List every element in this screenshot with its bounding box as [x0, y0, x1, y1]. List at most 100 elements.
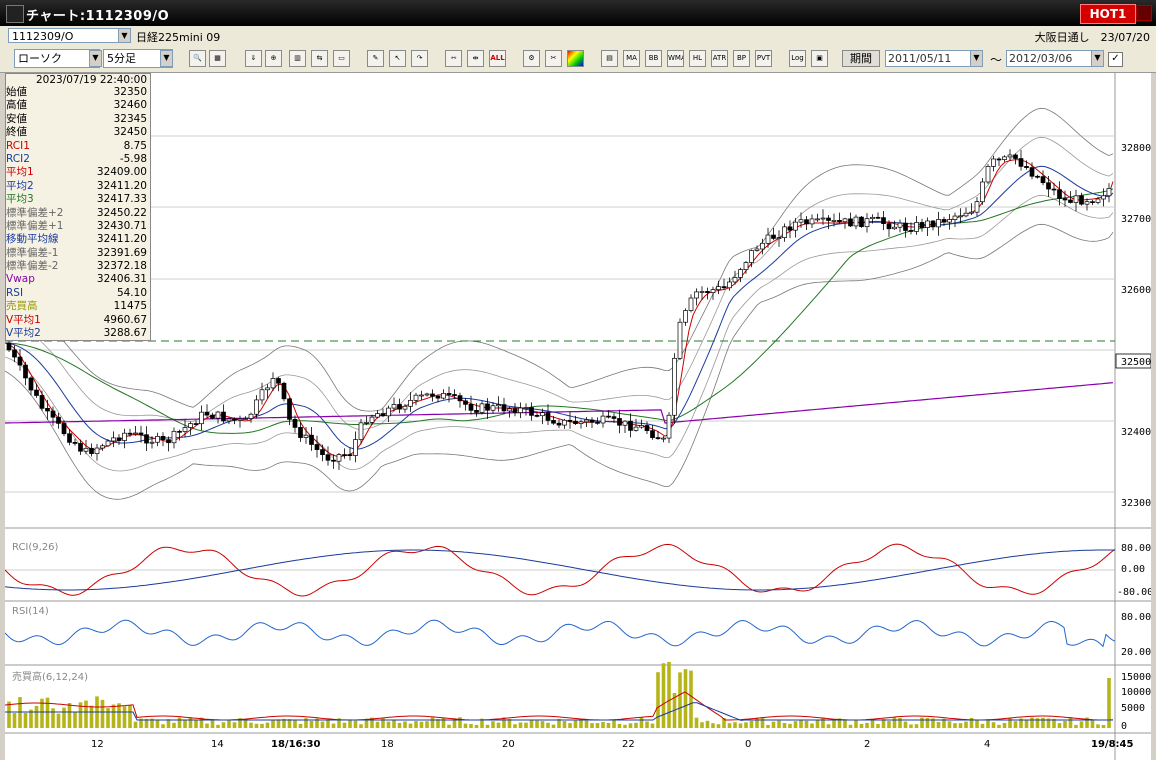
- symbol-field[interactable]: 1112309/O: [8, 28, 126, 43]
- candle-body: [210, 414, 215, 419]
- volume-bar: [359, 724, 363, 728]
- volume-bar: [579, 719, 583, 728]
- hl-button[interactable]: HL: [689, 50, 706, 67]
- candle-body: [941, 219, 947, 223]
- volume-bar: [661, 663, 666, 728]
- vol-tick-0: 0: [1121, 721, 1127, 732]
- volume-bar: [788, 723, 792, 728]
- volume-bar: [51, 708, 55, 728]
- candle-body: [842, 218, 848, 223]
- info-row: 高値 32460: [6, 99, 150, 112]
- candle-wide-icon[interactable]: ⇹: [467, 50, 484, 67]
- cursor-icon[interactable]: ↖: [389, 50, 406, 67]
- candle-body: [820, 217, 826, 220]
- hot-button[interactable]: HOT1: [1080, 4, 1136, 24]
- candle-narrow-icon[interactable]: ⇿: [445, 50, 462, 67]
- candle-body: [881, 217, 886, 224]
- candle-body: [743, 262, 749, 270]
- color-palette-icon[interactable]: [567, 50, 584, 67]
- candle-body: [67, 433, 72, 443]
- chart-toolbar: ローソク ▼ 5分足 ▼ 🔍 ▦ ⇓ ⊕ ▥ ⇆ ▭ ✎ ↖ ↷ ⇿ ⇹ ALL…: [0, 46, 1156, 73]
- candle-body: [226, 418, 232, 422]
- candle-body: [265, 387, 270, 391]
- date-to-field[interactable]: 2012/03/06: [1006, 50, 1104, 67]
- symbol-dropdown-chevron-down-icon[interactable]: ▼: [118, 28, 131, 43]
- info-row-label: 安値: [6, 112, 27, 125]
- candle-body: [177, 430, 182, 433]
- candle-body: [947, 219, 952, 223]
- candle-body: [1106, 188, 1112, 197]
- volume-bar: [870, 719, 875, 728]
- settings-icon[interactable]: ⚙: [523, 50, 540, 67]
- candle-body: [886, 223, 892, 230]
- candle-body: [512, 408, 518, 413]
- candle-body: [501, 404, 507, 412]
- date-to-calendar-icon[interactable]: ▼: [1091, 50, 1104, 67]
- bp-button[interactable]: BP: [733, 50, 750, 67]
- candle-body: [562, 419, 567, 426]
- volume-bar: [700, 722, 704, 728]
- candle-body: [1051, 188, 1057, 191]
- download-icon[interactable]: ⇓: [245, 50, 262, 67]
- erase-icon[interactable]: ▭: [333, 50, 350, 67]
- atr-button[interactable]: ATR: [711, 50, 728, 67]
- volume-bar: [590, 723, 594, 728]
- volume-bar: [947, 721, 952, 728]
- layout-icon[interactable]: ▦: [209, 50, 226, 67]
- period-button[interactable]: 期間: [842, 50, 880, 67]
- zoom-icon[interactable]: ⊕: [265, 50, 282, 67]
- date-range-checkbox[interactable]: ✓: [1108, 52, 1123, 67]
- x-tick-2: 2: [864, 739, 870, 750]
- rci-tick-minus80: -80.00: [1117, 587, 1151, 598]
- volume-bar: [491, 721, 495, 728]
- info-row: RSI 54.10: [6, 287, 150, 300]
- volume-bar: [469, 724, 473, 728]
- candle-body: [1018, 158, 1024, 167]
- pen-icon[interactable]: ✎: [367, 50, 384, 67]
- rsi-panel-label: RSI(14): [12, 606, 49, 617]
- x-tick-18: 18: [381, 739, 394, 750]
- vol-tick-10000: 10000: [1121, 687, 1151, 698]
- volume-bar: [117, 703, 121, 728]
- wrench-icon[interactable]: ✂: [545, 50, 562, 67]
- volume-bar: [375, 721, 380, 728]
- info-row-value: 32406.31: [96, 273, 147, 286]
- volume-bar: [419, 721, 424, 728]
- volume-bar: [34, 705, 39, 728]
- date-from-field[interactable]: 2011/05/11: [885, 50, 983, 67]
- volume-bar: [656, 672, 660, 728]
- candle-body: [347, 454, 353, 456]
- chart-canvas[interactable]: 32800 32700 32600 32500 32400 32300 RCI(…: [5, 73, 1151, 760]
- redo-icon[interactable]: ↷: [411, 50, 428, 67]
- bar-chart-icon[interactable]: ▥: [289, 50, 306, 67]
- close-icon[interactable]: [1136, 5, 1152, 21]
- log-button[interactable]: Log: [789, 50, 806, 67]
- pvt-button[interactable]: PVT: [755, 50, 772, 67]
- bb-button[interactable]: BB: [645, 50, 662, 67]
- date-from-calendar-icon[interactable]: ▼: [970, 50, 983, 67]
- volume-bar: [111, 704, 116, 728]
- wma-button[interactable]: WMA: [667, 50, 684, 67]
- candle-body: [617, 418, 622, 426]
- chart-area[interactable]: 32800 32700 32600 32500 32400 32300 RCI(…: [5, 73, 1151, 760]
- bollinger-lower-1: [5, 194, 1114, 472]
- info-row-label: V平均2: [6, 327, 41, 340]
- candle-body: [837, 220, 842, 223]
- candle-body: [105, 440, 111, 447]
- zoom-search-icon[interactable]: 🔍: [189, 50, 206, 67]
- chart-type-select[interactable]: ローソク: [14, 49, 100, 68]
- chart-type-chevron-down-icon[interactable]: ▼: [89, 50, 102, 67]
- grid-icon[interactable]: ▤: [601, 50, 618, 67]
- candle-body: [50, 410, 56, 418]
- all-button[interactable]: ALL: [489, 50, 506, 67]
- info-row-value: 32450.22: [96, 206, 147, 219]
- volume-bar: [639, 717, 644, 728]
- transfer-icon[interactable]: ⇆: [311, 50, 328, 67]
- timeframe-chevron-down-icon[interactable]: ▼: [160, 50, 173, 67]
- candle-body: [930, 220, 936, 228]
- volume-bar: [865, 722, 869, 728]
- candle-body: [710, 289, 716, 293]
- export-icon[interactable]: ▣: [811, 50, 828, 67]
- volume-bar: [733, 722, 737, 728]
- ma-button[interactable]: MA: [623, 50, 640, 67]
